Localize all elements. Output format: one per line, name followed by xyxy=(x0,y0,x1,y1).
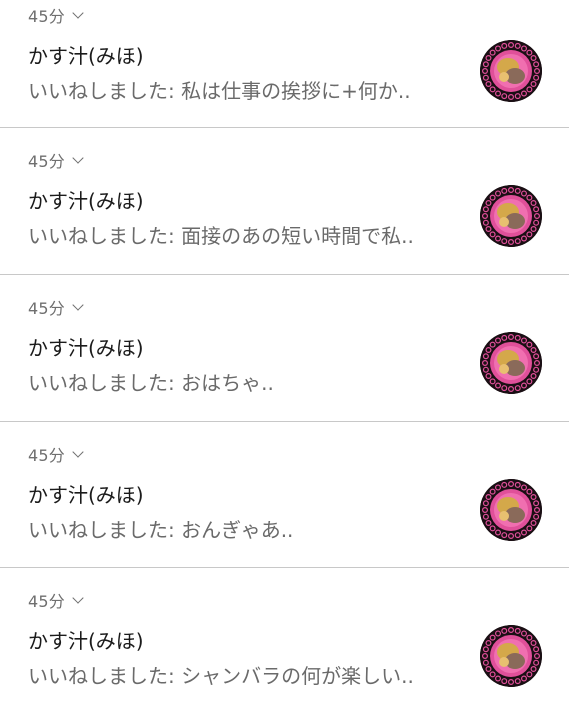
avatar-image xyxy=(480,625,542,687)
notification-time[interactable]: 45分 xyxy=(28,0,84,30)
notification-message: いいねしました: シャンバラの何が楽しい.. xyxy=(28,664,414,688)
notification-message: いいねしました: 私は仕事の挨拶に+何か.. xyxy=(28,79,411,103)
sender-name: かす汁(みほ) xyxy=(28,629,144,653)
notification-time[interactable]: 45分 xyxy=(28,145,84,175)
chevron-down-icon[interactable] xyxy=(72,298,84,311)
notification-item[interactable]: 45分 かす汁(みほ) いいねしました: シャンバラの何が楽しい.. xyxy=(0,568,569,714)
avatar-image xyxy=(480,40,542,102)
avatar-image xyxy=(480,479,542,541)
notification-item[interactable]: 45分 かす汁(みほ) いいねしました: おんぎゃあ.. xyxy=(0,422,569,568)
notification-time[interactable]: 45分 xyxy=(28,292,84,322)
notification-item[interactable]: 45分 かす汁(みほ) いいねしました: おはちゃ.. xyxy=(0,275,569,422)
notification-message: いいねしました: おんぎゃあ.. xyxy=(28,518,294,542)
time-label: 45分 xyxy=(28,592,65,611)
avatar[interactable] xyxy=(480,185,542,247)
avatar[interactable] xyxy=(480,40,542,102)
sender-name: かす汁(みほ) xyxy=(28,483,144,507)
notification-item[interactable]: 45分 かす汁(みほ) いいねしました: 面接のあの短い時間で私.. xyxy=(0,128,569,275)
notification-message: いいねしました: おはちゃ.. xyxy=(28,371,274,395)
notification-time[interactable]: 45分 xyxy=(28,585,84,615)
avatar-image xyxy=(480,185,542,247)
sender-name: かす汁(みほ) xyxy=(28,44,144,68)
avatar-image xyxy=(480,332,542,394)
avatar[interactable] xyxy=(480,332,542,394)
chevron-down-icon[interactable] xyxy=(72,445,84,458)
time-label: 45分 xyxy=(28,152,65,171)
time-label: 45分 xyxy=(28,446,65,465)
notification-time[interactable]: 45分 xyxy=(28,439,84,469)
sender-name: かす汁(みほ) xyxy=(28,189,144,213)
notification-item[interactable]: 45分 かす汁(みほ) いいねしました: 私は仕事の挨拶に+何か.. xyxy=(0,0,569,128)
chevron-down-icon[interactable] xyxy=(72,151,84,164)
chevron-down-icon[interactable] xyxy=(72,591,84,604)
notification-message: いいねしました: 面接のあの短い時間で私.. xyxy=(28,224,414,248)
notification-list: 45分 かす汁(みほ) いいねしました: 私は仕事の挨拶に+何か.. 45分 か… xyxy=(0,0,569,714)
time-label: 45分 xyxy=(28,299,65,318)
avatar[interactable] xyxy=(480,479,542,541)
avatar[interactable] xyxy=(480,625,542,687)
time-label: 45分 xyxy=(28,7,65,26)
sender-name: かす汁(みほ) xyxy=(28,336,144,360)
chevron-down-icon[interactable] xyxy=(72,6,84,19)
